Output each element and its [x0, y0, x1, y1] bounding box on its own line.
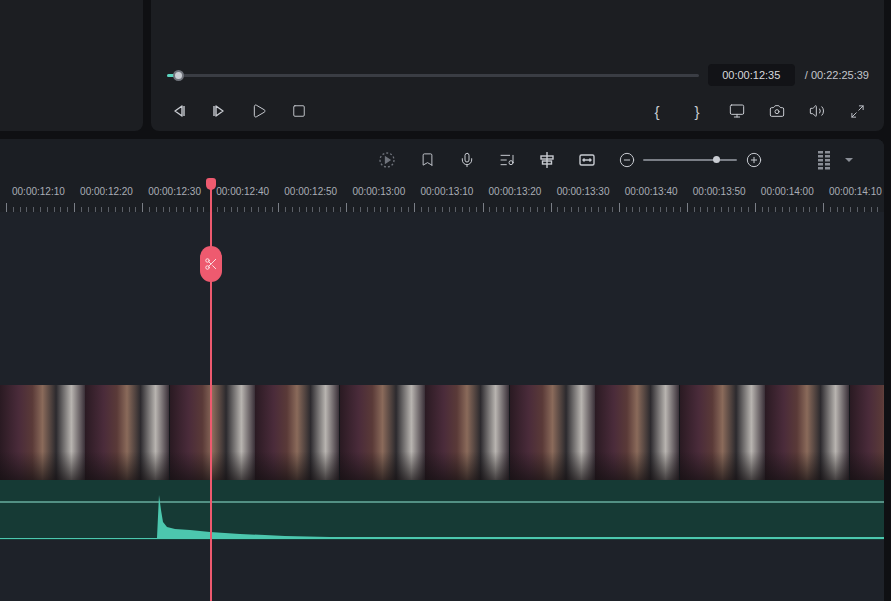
- scissors-icon: [204, 257, 218, 271]
- media-panel: [0, 0, 143, 131]
- ruler-ticks: [0, 203, 884, 212]
- volume-button[interactable]: [805, 99, 829, 123]
- top-row: 00:00:12:35 / 00:22:25:39 {}: [0, 0, 891, 131]
- previous-frame-button[interactable]: [167, 99, 191, 123]
- video-thumbnail: [765, 385, 850, 480]
- ruler-label: 00:00:13:20: [489, 186, 557, 197]
- ruler-label: 00:00:13:30: [557, 186, 625, 197]
- play-button[interactable]: [247, 99, 271, 123]
- player-panel: 00:00:12:35 / 00:22:25:39 {}: [151, 0, 884, 131]
- video-clip[interactable]: [0, 385, 884, 480]
- layout-group: [812, 148, 861, 172]
- fullscreen-button[interactable]: [845, 99, 869, 123]
- mark-out-button[interactable]: }: [685, 99, 709, 123]
- total-time: / 00:22:25:39: [805, 69, 869, 81]
- track-layout-button[interactable]: [812, 148, 836, 172]
- player-tools: {}: [645, 99, 869, 123]
- timeline-body: 00:00:12:1000:00:12:2000:00:12:3000:00:1…: [0, 180, 884, 601]
- zoom-out-button[interactable]: [615, 148, 639, 172]
- display-button[interactable]: [725, 99, 749, 123]
- lower-track-area: [0, 540, 884, 601]
- transport-group: [167, 99, 311, 123]
- video-thumbnail: [170, 385, 255, 480]
- ruler-label: 00:00:12:20: [80, 186, 148, 197]
- video-thumbnail: [850, 385, 884, 480]
- ruler-label: 00:00:12:10: [12, 186, 80, 197]
- ruler-label: 00:00:12:50: [284, 186, 352, 197]
- playhead-handle[interactable]: [206, 178, 216, 190]
- marker-button[interactable]: [415, 148, 439, 172]
- stop-icon: [292, 104, 306, 118]
- mark-in-button[interactable]: {: [645, 99, 669, 123]
- fullscreen-icon: [850, 104, 865, 119]
- next-frame-icon: [211, 103, 227, 119]
- audio-list-button[interactable]: [495, 148, 519, 172]
- ruler-label: 00:00:13:00: [352, 186, 420, 197]
- snapshot-button[interactable]: [765, 99, 789, 123]
- video-thumbnail: [340, 385, 425, 480]
- zoom-in-icon: [746, 152, 762, 168]
- video-thumbnail: [595, 385, 680, 480]
- ruler-label: 00:00:14:00: [761, 186, 829, 197]
- fit-timeline-icon: [578, 151, 596, 169]
- split-button[interactable]: [535, 148, 559, 172]
- render-preview-icon: [378, 151, 396, 169]
- next-frame-button[interactable]: [207, 99, 231, 123]
- camera-icon: [769, 103, 785, 119]
- zoom-knob[interactable]: [713, 156, 720, 163]
- current-time[interactable]: 00:00:12:35: [708, 64, 795, 86]
- video-thumbnail: [510, 385, 595, 480]
- video-thumbnail: [255, 385, 340, 480]
- video-thumbnail: [425, 385, 510, 480]
- timeline-panel: 00:00:12:1000:00:12:2000:00:12:3000:00:1…: [0, 139, 884, 601]
- render-preview-button[interactable]: [375, 148, 399, 172]
- play-icon: [251, 103, 267, 119]
- music-list-icon: [499, 152, 515, 168]
- microphone-icon: [459, 152, 475, 168]
- player-controls: {}: [167, 99, 869, 123]
- video-thumbnail: [0, 385, 85, 480]
- playhead[interactable]: [210, 180, 212, 601]
- dropdown-caret-icon: [845, 157, 853, 163]
- editor-window: 00:00:12:35/ 00:22:25:39{}00:00:12:1000:…: [0, 0, 891, 601]
- empty-track-area: [0, 212, 884, 385]
- time-ruler[interactable]: 00:00:12:1000:00:12:2000:00:12:3000:00:1…: [0, 180, 884, 212]
- zoom-out-icon: [619, 152, 635, 168]
- track-layout-icon: [816, 150, 832, 170]
- zoom-slider[interactable]: [643, 159, 737, 161]
- fit-timeline-button[interactable]: [575, 148, 599, 172]
- split-icon: [538, 151, 556, 169]
- monitor-icon: [729, 103, 745, 119]
- ruler-label: 00:00:13:10: [420, 186, 488, 197]
- progress-knob[interactable]: [173, 70, 184, 81]
- previous-frame-icon: [171, 103, 187, 119]
- timeline-toolbar: [0, 139, 884, 180]
- video-thumbnail: [85, 385, 170, 480]
- ruler-label: 00:00:14:10: [829, 186, 884, 197]
- timeline-tools: [375, 148, 639, 172]
- video-thumbnail: [680, 385, 765, 480]
- record-voice-button[interactable]: [455, 148, 479, 172]
- ruler-label: 00:00:12:40: [216, 186, 284, 197]
- zoom-in-button[interactable]: [742, 148, 766, 172]
- progress-row: 00:00:12:35 / 00:22:25:39: [167, 63, 869, 87]
- ruler-labels: 00:00:12:1000:00:12:2000:00:12:3000:00:1…: [0, 186, 884, 197]
- audio-waveform: [0, 480, 884, 540]
- stop-button[interactable]: [287, 99, 311, 123]
- ruler-label: 00:00:13:40: [625, 186, 693, 197]
- marker-icon: [420, 152, 435, 167]
- audio-clip[interactable]: [0, 480, 884, 540]
- layout-dropdown-button[interactable]: [837, 148, 861, 172]
- speaker-icon: [809, 103, 825, 119]
- split-at-playhead-button[interactable]: [200, 246, 222, 282]
- progress-slider[interactable]: [167, 74, 699, 77]
- ruler-label: 00:00:13:50: [693, 186, 761, 197]
